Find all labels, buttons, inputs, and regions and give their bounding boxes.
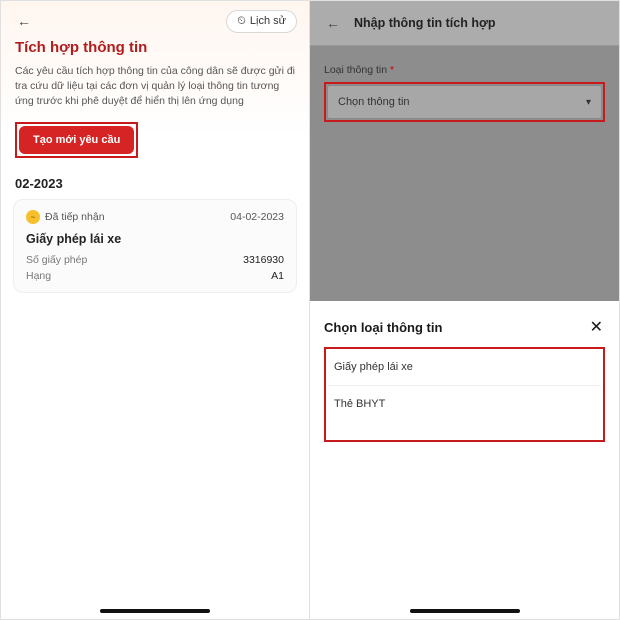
bottom-sheet: Chọn loại thông tin ✕ Giấy phép lái xe T… <box>310 301 619 619</box>
screen-left: ← ⏲ Lịch sử Tích hợp thông tin Các yêu c… <box>1 1 310 619</box>
close-icon[interactable]: ✕ <box>588 315 605 339</box>
clock-icon: ⏲ <box>237 15 246 28</box>
screen-right: ← Nhập thông tin tích hợp Loại thông tin… <box>310 1 619 619</box>
back-icon[interactable]: ← <box>322 11 344 35</box>
required-mark: * <box>390 64 394 76</box>
card-date: 04-02-2023 <box>230 211 284 223</box>
license-no-label: Số giấy phép <box>26 254 87 266</box>
form-area: Loại thông tin * Chọn thông tin ▾ <box>310 46 619 140</box>
history-button[interactable]: ⏲ Lịch sử <box>226 10 297 33</box>
options-highlight: Giấy phép lái xe Thẻ BHYT <box>324 347 605 442</box>
sheet-title: Chọn loại thông tin <box>324 320 442 335</box>
home-indicator <box>100 609 210 613</box>
card-line-license: Số giấy phép 3316930 <box>26 254 284 266</box>
page-title: Tích hợp thông tin <box>1 37 309 64</box>
create-request-button[interactable]: Tạo mới yêu cầu <box>19 126 134 154</box>
select-placeholder: Chọn thông tin <box>338 96 410 108</box>
month-section-label: 02-2023 <box>1 170 309 199</box>
status-chip: ~ Đã tiếp nhận <box>26 210 105 224</box>
info-type-select[interactable]: Chọn thông tin ▾ <box>327 85 602 119</box>
option-drivers-license[interactable]: Giấy phép lái xe <box>328 349 601 386</box>
card-title: Giấy phép lái xe <box>26 232 284 246</box>
select-highlight: Chọn thông tin ▾ <box>324 82 605 122</box>
status-text: Đã tiếp nhận <box>45 211 105 223</box>
card-line-class: Hạng A1 <box>26 270 284 282</box>
request-card[interactable]: ~ Đã tiếp nhận 04-02-2023 Giấy phép lái … <box>13 199 297 293</box>
top-bar-left: ← ⏲ Lịch sử <box>1 1 309 37</box>
dimmed-overlay: ← Nhập thông tin tích hợp Loại thông tin… <box>310 1 619 301</box>
back-icon[interactable]: ← <box>13 9 35 33</box>
chevron-down-icon: ▾ <box>586 97 591 108</box>
create-button-highlight: Tạo mới yêu cầu <box>15 122 138 158</box>
field-label: Loại thông tin * <box>324 64 605 76</box>
status-dot-icon: ~ <box>26 210 40 224</box>
top-bar-right: ← Nhập thông tin tích hợp <box>310 1 619 46</box>
class-label: Hạng <box>26 270 51 282</box>
history-label: Lịch sử <box>250 15 286 27</box>
option-health-card[interactable]: Thẻ BHYT <box>328 386 601 440</box>
class-value: A1 <box>271 270 284 282</box>
field-label-text: Loại thông tin <box>324 64 387 76</box>
page-description: Các yêu cầu tích hợp thông tin của công … <box>1 64 309 110</box>
sheet-header: Chọn loại thông tin ✕ <box>324 315 605 339</box>
card-header-row: ~ Đã tiếp nhận 04-02-2023 <box>26 210 284 224</box>
license-no-value: 3316930 <box>243 254 284 266</box>
home-indicator <box>410 609 520 613</box>
page-title-right: Nhập thông tin tích hợp <box>354 16 496 30</box>
